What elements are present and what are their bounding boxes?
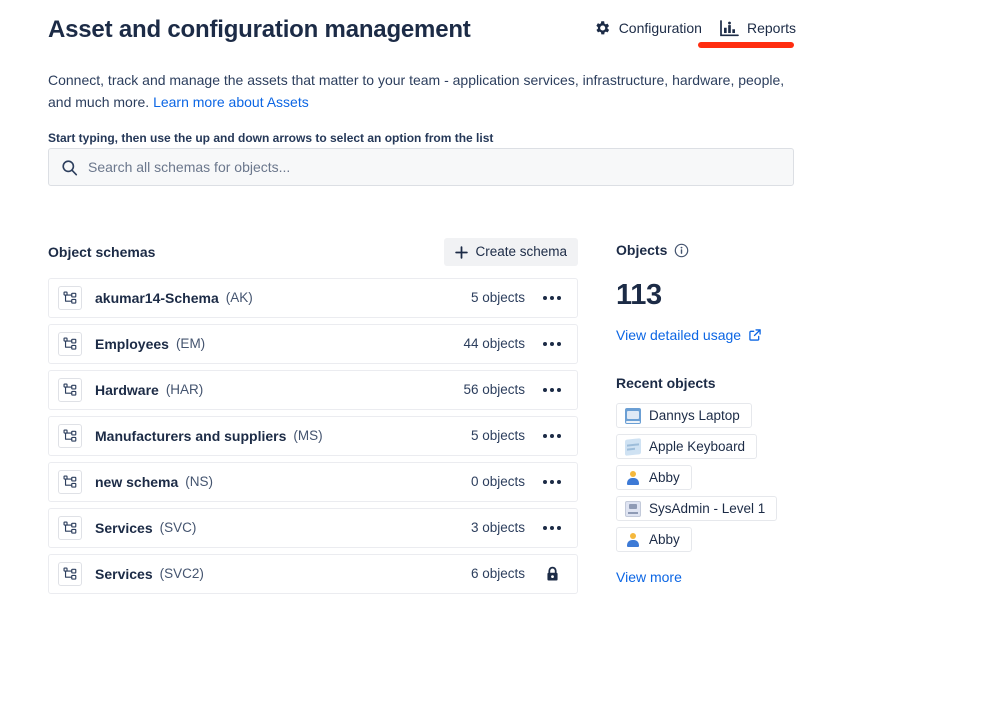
external-link-icon	[748, 328, 762, 342]
recent-object-label: SysAdmin - Level 1	[649, 500, 766, 516]
keyboard-icon	[625, 437, 641, 456]
schema-object-count: 56 objects	[463, 382, 525, 397]
objects-count: 113	[616, 279, 662, 311]
schema-more-button[interactable]	[539, 526, 565, 530]
list-item[interactable]: Abby	[616, 465, 692, 490]
more-actions-icon	[543, 342, 561, 346]
reports-label: Reports	[746, 20, 796, 36]
schema-lock[interactable]	[539, 566, 565, 582]
schema-tree-icon	[58, 470, 82, 494]
list-item[interactable]: Dannys Laptop	[616, 403, 752, 428]
recent-object-label: Abby	[649, 469, 680, 485]
table-row[interactable]: new schema (NS) 0 objects	[48, 462, 578, 502]
recent-object-label: Apple Keyboard	[649, 438, 746, 454]
schema-object-count: 0 objects	[470, 474, 525, 489]
header-actions: Configuration Reports	[593, 18, 796, 38]
object-schemas-section: Object schemas Create schema akumar14-Sc…	[48, 238, 578, 600]
schema-more-button[interactable]	[539, 480, 565, 484]
schema-object-count: 44 objects	[463, 336, 525, 351]
card-icon	[625, 500, 641, 517]
schema-key: (SVC2)	[159, 566, 204, 581]
table-row[interactable]: akumar14-Schema (AK) 5 objects	[48, 278, 578, 318]
objects-summary-section: Objects 113 View detailed usage Recent o…	[616, 240, 946, 587]
schema-key: (AK)	[225, 290, 253, 305]
configuration-link[interactable]: Configuration	[593, 18, 702, 38]
schema-name: Services	[95, 566, 153, 582]
view-more-link[interactable]: View more	[616, 567, 682, 587]
schema-name: Employees	[95, 336, 169, 352]
recent-object-label: Dannys Laptop	[649, 407, 740, 423]
create-schema-label: Create schema	[475, 244, 567, 259]
schema-key: (NS)	[185, 474, 214, 489]
reports-highlight-annotation	[698, 42, 794, 48]
schema-object-count: 6 objects	[470, 566, 525, 581]
schema-name: new schema	[95, 474, 179, 490]
schema-name: Manufacturers and suppliers	[95, 428, 287, 444]
table-row[interactable]: Services (SVC2) 6 objects	[48, 554, 578, 594]
list-item[interactable]: Abby	[616, 527, 692, 552]
page-header: Asset and configuration management Confi…	[48, 14, 796, 54]
recent-object-label: Abby	[649, 531, 680, 547]
schema-tree-icon	[58, 562, 82, 586]
more-actions-icon	[543, 296, 561, 300]
person-icon	[625, 532, 641, 548]
search-placeholder: Search all schemas for objects...	[88, 159, 291, 175]
plus-icon	[455, 245, 469, 259]
schema-tree-icon	[58, 516, 82, 540]
objects-header: Objects	[616, 240, 946, 260]
object-schemas-header: Object schemas Create schema	[48, 238, 578, 266]
objects-title: Objects	[616, 242, 668, 258]
schema-more-button[interactable]	[539, 342, 565, 346]
more-actions-icon	[543, 388, 561, 392]
schema-name: Services	[95, 520, 153, 536]
schema-object-count: 3 objects	[470, 520, 525, 535]
schema-tree-icon	[58, 424, 82, 448]
more-actions-icon	[543, 480, 561, 484]
object-schemas-list: akumar14-Schema (AK) 5 objects Employees…	[48, 278, 578, 594]
table-row[interactable]: Services (SVC) 3 objects	[48, 508, 578, 548]
view-detailed-usage-label: View detailed usage	[616, 327, 742, 343]
lock-icon	[545, 566, 560, 582]
view-detailed-usage-link[interactable]: View detailed usage	[616, 325, 762, 345]
schema-object-count: 5 objects	[470, 290, 525, 305]
search-input[interactable]: Search all schemas for objects...	[48, 148, 794, 186]
schema-more-button[interactable]	[539, 388, 565, 392]
more-actions-icon	[543, 526, 561, 530]
reports-link[interactable]: Reports	[720, 18, 796, 38]
table-row[interactable]: Employees (EM) 44 objects	[48, 324, 578, 364]
recent-objects-title: Recent objects	[616, 375, 716, 391]
configuration-label: Configuration	[618, 20, 702, 36]
search-icon	[61, 159, 78, 176]
info-icon[interactable]	[674, 243, 689, 258]
more-actions-icon	[543, 434, 561, 438]
laptop-icon	[625, 407, 641, 424]
gear-icon	[593, 19, 611, 37]
schema-tree-icon	[58, 286, 82, 310]
schema-name: Hardware	[95, 382, 159, 398]
table-row[interactable]: Hardware (HAR) 56 objects	[48, 370, 578, 410]
schema-tree-icon	[58, 378, 82, 402]
intro-text: Connect, track and manage the assets tha…	[48, 69, 788, 113]
schema-object-count: 5 objects	[470, 428, 525, 443]
schema-key: (MS)	[293, 428, 323, 443]
schema-key: (HAR)	[165, 382, 204, 397]
schema-name: akumar14-Schema	[95, 290, 219, 306]
person-icon	[625, 470, 641, 486]
table-row[interactable]: Manufacturers and suppliers (MS) 5 objec…	[48, 416, 578, 456]
recent-objects-list: Dannys Laptop Apple Keyboard Abby SysAdm…	[616, 403, 946, 558]
assets-page: Asset and configuration management Confi…	[0, 0, 998, 725]
schema-tree-icon	[58, 332, 82, 356]
bar-chart-icon	[720, 19, 739, 37]
learn-more-link[interactable]: Learn more about Assets	[153, 94, 309, 110]
search-hint: Start typing, then use the up and down a…	[48, 131, 494, 145]
create-schema-button[interactable]: Create schema	[444, 238, 578, 266]
list-item[interactable]: SysAdmin - Level 1	[616, 496, 778, 521]
schema-key: (EM)	[175, 336, 206, 351]
list-item[interactable]: Apple Keyboard	[616, 434, 758, 459]
schema-more-button[interactable]	[539, 434, 565, 438]
schema-key: (SVC)	[159, 520, 197, 535]
schema-more-button[interactable]	[539, 296, 565, 300]
object-schemas-title: Object schemas	[48, 244, 156, 260]
page-title: Asset and configuration management	[48, 16, 471, 43]
